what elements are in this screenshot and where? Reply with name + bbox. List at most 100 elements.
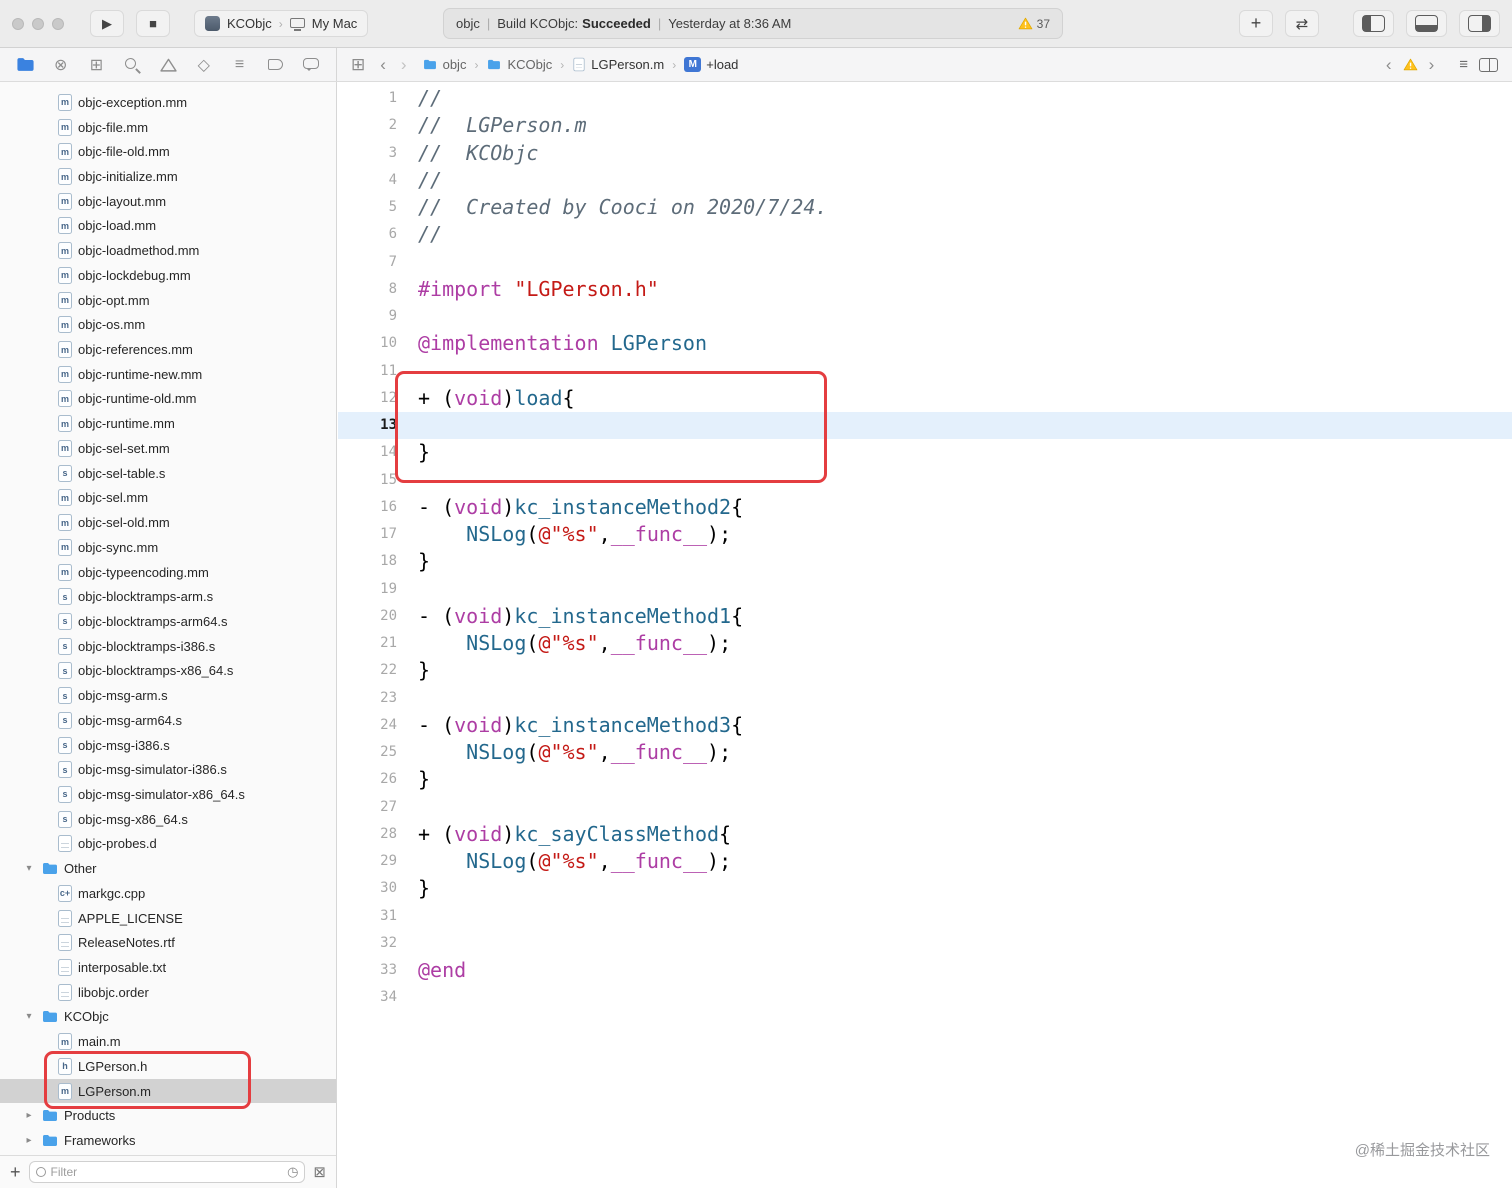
line-number[interactable]: 8 bbox=[338, 276, 397, 303]
line-number[interactable]: 3 bbox=[338, 140, 397, 167]
sidebar-item-products[interactable]: ▸ Products bbox=[0, 1103, 336, 1128]
related-items-icon[interactable]: ⊞ bbox=[351, 56, 365, 73]
warning-icon[interactable] bbox=[1403, 58, 1418, 71]
sidebar-item-objc-msg-arm-s[interactable]: s objc-msg-arm.s bbox=[0, 683, 336, 708]
line-number[interactable]: 23 bbox=[338, 685, 397, 712]
line-number[interactable]: 1 bbox=[338, 85, 397, 112]
code-line-26[interactable]: 26} bbox=[338, 766, 1512, 793]
sidebar-item-markgc-cpp[interactable]: c+ markgc.cpp bbox=[0, 881, 336, 906]
code-line-32[interactable]: 32 bbox=[338, 930, 1512, 957]
adjust-editor-icon[interactable]: ≡ bbox=[1459, 56, 1468, 73]
disclosure-triangle[interactable]: ▾ bbox=[22, 863, 36, 874]
line-number[interactable]: 32 bbox=[338, 930, 397, 957]
jumpbar-item-objc[interactable]: objc bbox=[422, 57, 466, 72]
source-control-filter-icon[interactable]: ⊠ bbox=[313, 1163, 326, 1181]
sidebar-item-apple-license[interactable]: APPLE_LICENSE bbox=[0, 906, 336, 931]
disclosure-triangle[interactable]: ▸ bbox=[22, 1110, 36, 1121]
sidebar-item-interposable-txt[interactable]: interposable.txt bbox=[0, 955, 336, 980]
minimize-window-button[interactable] bbox=[32, 17, 44, 30]
line-number[interactable]: 16 bbox=[338, 494, 397, 521]
split-editor-icon[interactable] bbox=[1479, 57, 1498, 72]
line-number[interactable]: 24 bbox=[338, 712, 397, 739]
line-number[interactable]: 2 bbox=[338, 112, 397, 139]
code-line-30[interactable]: 30} bbox=[338, 875, 1512, 902]
sidebar-item-kcobjc[interactable]: ▾ KCObjc bbox=[0, 1005, 336, 1030]
toggle-navigator-button[interactable] bbox=[1353, 10, 1394, 37]
toggle-debug-area-button[interactable] bbox=[1406, 10, 1447, 37]
code-line-28[interactable]: 28 + (void)kc_sayClassMethod{ bbox=[338, 821, 1512, 848]
code-line-31[interactable]: 31 bbox=[338, 903, 1512, 930]
issue-navigator-icon[interactable] bbox=[158, 55, 178, 75]
line-number[interactable]: 14 bbox=[338, 439, 397, 466]
find-navigator-icon[interactable] bbox=[122, 55, 142, 75]
line-number[interactable]: 27 bbox=[338, 794, 397, 821]
close-window-button[interactable] bbox=[12, 17, 24, 30]
recent-files-clock-icon[interactable]: ◷ bbox=[287, 1164, 298, 1180]
project-navigator-icon[interactable] bbox=[15, 55, 35, 75]
code-line-33[interactable]: 33 @end bbox=[338, 957, 1512, 984]
line-number[interactable]: 10 bbox=[338, 330, 397, 357]
code-line-12[interactable]: 12 + (void)load{ bbox=[338, 385, 1512, 412]
line-number[interactable]: 26 bbox=[338, 766, 397, 793]
sidebar-item-lgperson-m[interactable]: m LGPerson.m bbox=[0, 1078, 336, 1104]
code-line-18[interactable]: 18} bbox=[338, 548, 1512, 575]
sidebar-item-objc-sel-table-s[interactable]: s objc-sel-table.s bbox=[0, 461, 336, 486]
sidebar-item-objc-msg-i386-s[interactable]: s objc-msg-i386.s bbox=[0, 733, 336, 758]
line-number[interactable]: 22 bbox=[338, 657, 397, 684]
sidebar-item-objc-sel-old-mm[interactable]: m objc-sel-old.mm bbox=[0, 510, 336, 535]
code-line-9[interactable]: 9 bbox=[338, 303, 1512, 330]
line-number[interactable]: 4 bbox=[338, 167, 397, 194]
stop-button[interactable]: ■ bbox=[136, 10, 170, 37]
warning-count-badge[interactable]: 37 bbox=[1018, 17, 1050, 31]
sidebar-item-objc-blocktramps-x86-64-s[interactable]: s objc-blocktramps-x86_64.s bbox=[0, 659, 336, 684]
jumpbar-item-kcobjc[interactable]: KCObjc bbox=[486, 57, 552, 72]
line-number[interactable]: 34 bbox=[338, 984, 397, 1011]
sidebar-item-objc-runtime-mm[interactable]: m objc-runtime.mm bbox=[0, 411, 336, 436]
sidebar-item-objc-blocktramps-arm-s[interactable]: s objc-blocktramps-arm.s bbox=[0, 584, 336, 609]
code-line-3[interactable]: 3 // KCObjc bbox=[338, 140, 1512, 167]
sidebar-item-objc-sync-mm[interactable]: m objc-sync.mm bbox=[0, 535, 336, 560]
sidebar-item-objc-sel-set-mm[interactable]: m objc-sel-set.mm bbox=[0, 436, 336, 461]
sidebar-item-releasenotes-rtf[interactable]: ReleaseNotes.rtf bbox=[0, 930, 336, 955]
sidebar-item-objc-lockdebug-mm[interactable]: m objc-lockdebug.mm bbox=[0, 263, 336, 288]
line-number[interactable]: 6 bbox=[338, 221, 397, 248]
sidebar-item-objc-layout-mm[interactable]: m objc-layout.mm bbox=[0, 189, 336, 214]
line-number[interactable]: 25 bbox=[338, 739, 397, 766]
code-line-23[interactable]: 23 bbox=[338, 685, 1512, 712]
test-navigator-icon[interactable]: ◇ bbox=[194, 55, 214, 75]
toggle-inspector-button[interactable] bbox=[1459, 10, 1500, 37]
code-line-25[interactable]: 25 NSLog(@"%s",__func__); bbox=[338, 739, 1512, 766]
code-line-29[interactable]: 29 NSLog(@"%s",__func__); bbox=[338, 848, 1512, 875]
code-line-22[interactable]: 22} bbox=[338, 657, 1512, 684]
line-number[interactable]: 19 bbox=[338, 576, 397, 603]
run-button[interactable]: ▶ bbox=[90, 10, 124, 37]
line-number[interactable]: 18 bbox=[338, 548, 397, 575]
sidebar-item-lgperson-h[interactable]: h LGPerson.h bbox=[0, 1054, 336, 1079]
code-line-1[interactable]: 1 // bbox=[338, 85, 1512, 112]
sidebar-item-objc-exception-mm[interactable]: m objc-exception.mm bbox=[0, 90, 336, 115]
source-control-navigator-icon[interactable]: ⊗ bbox=[51, 55, 71, 75]
line-number[interactable]: 11 bbox=[338, 358, 397, 385]
sidebar-item-objc-load-mm[interactable]: m objc-load.mm bbox=[0, 214, 336, 239]
line-number[interactable]: 15 bbox=[338, 467, 397, 494]
add-button[interactable]: + bbox=[10, 1163, 21, 1181]
sidebar-item-objc-blocktramps-arm64-s[interactable]: s objc-blocktramps-arm64.s bbox=[0, 609, 336, 634]
sidebar-item-libobjc-order[interactable]: libobjc.order bbox=[0, 980, 336, 1005]
code-line-6[interactable]: 6 // bbox=[338, 221, 1512, 248]
code-line-2[interactable]: 2 // LGPerson.m bbox=[338, 112, 1512, 139]
line-number[interactable]: 9 bbox=[338, 303, 397, 330]
code-review-button[interactable]: ⇄ bbox=[1285, 10, 1319, 37]
debug-navigator-icon[interactable]: ≡ bbox=[230, 55, 250, 75]
code-line-8[interactable]: 8 #import "LGPerson.h" bbox=[338, 276, 1512, 303]
code-line-34[interactable]: 34 bbox=[338, 984, 1512, 1011]
line-number[interactable]: 7 bbox=[338, 249, 397, 276]
sidebar-item-objc-file-mm[interactable]: m objc-file.mm bbox=[0, 115, 336, 140]
sidebar-item-objc-initialize-mm[interactable]: m objc-initialize.mm bbox=[0, 164, 336, 189]
sidebar-item-objc-sel-mm[interactable]: m objc-sel.mm bbox=[0, 486, 336, 511]
line-number[interactable]: 5 bbox=[338, 194, 397, 221]
code-line-21[interactable]: 21 NSLog(@"%s",__func__); bbox=[338, 630, 1512, 657]
activity-status[interactable]: objc | Build KCObjc: Succeeded | Yesterd… bbox=[443, 8, 1063, 39]
scheme-selector[interactable]: KCObjc › My Mac bbox=[194, 10, 369, 37]
sidebar-item-objc-references-mm[interactable]: m objc-references.mm bbox=[0, 337, 336, 362]
code-line-20[interactable]: 20 - (void)kc_instanceMethod1{ bbox=[338, 603, 1512, 630]
